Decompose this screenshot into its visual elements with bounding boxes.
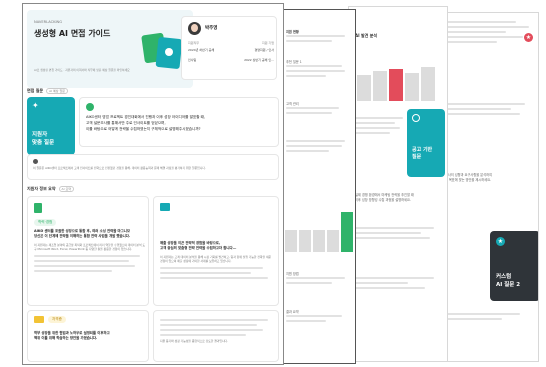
question-card[interactable]: AIKO센터 영업 프로젝트 경진대회에서 진행과 이후 성장 아이디어를 발표… (79, 97, 279, 147)
bar (285, 230, 297, 252)
right-heading-2: 고객 중심의 맞춤형 전략 전략을 수립하고자 합니다... (160, 246, 237, 250)
candidate-profile-card: 박주영 지원직무 지원 기업 2024년 하반기 공채 경영지원 / 인사 인사… (181, 16, 277, 80)
bar (357, 75, 371, 101)
bar (373, 71, 387, 101)
search-icon (412, 114, 420, 122)
bar (341, 212, 353, 252)
profile-value-3: 인사팀 (188, 58, 197, 62)
back2-section-title: AI 발견 분석 (355, 33, 378, 38)
status-bar-chart (285, 208, 353, 252)
left-heading-2: 당신은 이 단계에 전략을 이해하는 통합 전략 사업을 개발 했습니다. (34, 234, 131, 238)
page-title: 생성형 AI 면접 가이드 (34, 29, 111, 38)
document-page-1: NAVERLACKING 생성형 AI 면접 가이드 AI로 생성된 면접 가이… (22, 3, 284, 365)
ai-question-tile[interactable]: ✦ 지원자 맞춤 질문 (27, 97, 75, 155)
document-page-3: AI 발견 분석 공고 기반 질문 실제 경쟁 환경에서 마케팅 전략을 추진할… (348, 6, 448, 362)
star-icon: ★ (524, 33, 533, 42)
summary-card-bottom-left: 자격증 학부 성장을 위한 협업과 노하우로 설명되를 이후하고 책위 이를 위… (27, 310, 149, 362)
profile-value-2: 경영지원 / 인사 (254, 48, 274, 52)
avatar (188, 22, 201, 35)
right-body: 이 지원자는 고객 데이터 분석을 통해 시장 기회를 발견하고, 팀과 함께 … (160, 255, 272, 263)
sparkle-icon: ✦ (32, 101, 39, 110)
summary-card-left: 학력·경험 AIKO 센터를 포괄한 성장으로 통합 후, 여러 소싱 전략을 … (27, 196, 149, 306)
custom-ai-tile-line2: AI 질문 2 (496, 282, 521, 288)
interview-illustration (137, 30, 185, 70)
bar-chart (357, 55, 437, 101)
section2-title: 지원자 정보 요약 (27, 186, 56, 191)
job-post-tile-line2: 질문 (412, 154, 422, 160)
bottom-left-text-2: 책위 이를 위해 학습하는 방안을 가졌습니다. (34, 336, 98, 340)
ai-tile-line2: 맞춤 질문 (32, 140, 55, 146)
section1-title: 면접 질문 (27, 88, 44, 93)
page-subtitle: AI로 생성된 면접 가이드 · 지원자의 이력서와 직무에 맞춘 예상 질문을… (34, 68, 130, 72)
image-icon (160, 203, 170, 211)
info-text: 이 질문은 AIKO센터 프로젝트에서 고객 인사이트를 전략으로 전환했던 경… (33, 166, 206, 170)
custom-ai-tile-line1: 커스텀 (496, 274, 512, 280)
profile-label-2: 지원 기업 (262, 41, 274, 45)
back3-text-2: 조직 목표에 맞는 방안을 제시하세요. (442, 178, 492, 182)
custom-ai-question-tile[interactable]: ★ 커스텀 AI 질문 2 (490, 231, 538, 301)
summary-card-bottom-right: 지원 동기와 성장 가능성을 종합적으로 검토한 결과입니다. (153, 310, 279, 362)
document-page-2: 지원 현황 추천 질문 1 고객 관리 지원 방법 결과 요약 (280, 9, 356, 364)
section2-tag: AI 요약 (58, 186, 74, 192)
ai-tile-line1: 지원자 (32, 132, 48, 138)
back2-text-2: 이후 성장 방향성 수립 과정을 설명하세요. (355, 198, 411, 202)
job-post-tile-line1: 공고 기반 (412, 147, 433, 153)
star-icon: ★ (496, 237, 505, 246)
summary-card-right: 매출 성장을 이끈 전략적 경험을 바탕으로, 고객 중심의 맞춤형 전략 전략… (153, 196, 279, 306)
info-icon (33, 159, 38, 164)
experience-badge: 학력·경험 (34, 219, 57, 226)
profile-value-4: 2022 상반기 공채 인... (244, 58, 274, 62)
video-icon (34, 316, 44, 323)
bar (313, 230, 325, 252)
bottom-right-text: 지원 동기와 성장 가능성을 종합적으로 검토한 결과입니다. (160, 339, 228, 343)
bar (299, 230, 311, 252)
bar (405, 73, 419, 101)
section1-tag: AI 예상 질문 (46, 88, 69, 94)
question-info-card: 이 질문은 AIKO센터 프로젝트에서 고객 인사이트를 전략으로 전환했던 경… (27, 154, 279, 180)
job-post-question-tile[interactable]: 공고 기반 질문 (407, 109, 445, 177)
header-banner: NAVERLACKING 생성형 AI 면접 가이드 AI로 생성된 면접 가이… (27, 10, 193, 88)
bar (389, 69, 403, 101)
left-body: 이 지원자는 제조업 분야의 공급망 최적화 프로젝트에서 리더 역할을 수행했… (34, 243, 146, 251)
chat-icon (86, 103, 94, 111)
bar (421, 67, 435, 101)
profile-label-1: 지원직무 (188, 41, 200, 45)
document-page-4: ★ 고객사의 성향과 요구사항을 분석하여 조직 목표에 맞는 방안을 제시하세… (435, 12, 539, 362)
document-icon (34, 203, 42, 213)
brand-label: NAVERLACKING (34, 20, 63, 24)
candidate-name: 박주영 (205, 26, 218, 31)
interview-questions-heading: 면접 질문 AI 예상 질문 (27, 88, 69, 94)
question-text-3: 이를 바탕으로 어떻게 전략을 수립하였는지 구체적으로 설명해주시겠습니까? (86, 127, 201, 131)
profile-value-1: 2024년 하반기 공채 (188, 48, 215, 52)
certificate-badge: 자격증 (48, 316, 66, 323)
candidate-summary-heading: 지원자 정보 요약 AI 요약 (27, 186, 74, 192)
bar (327, 230, 339, 252)
